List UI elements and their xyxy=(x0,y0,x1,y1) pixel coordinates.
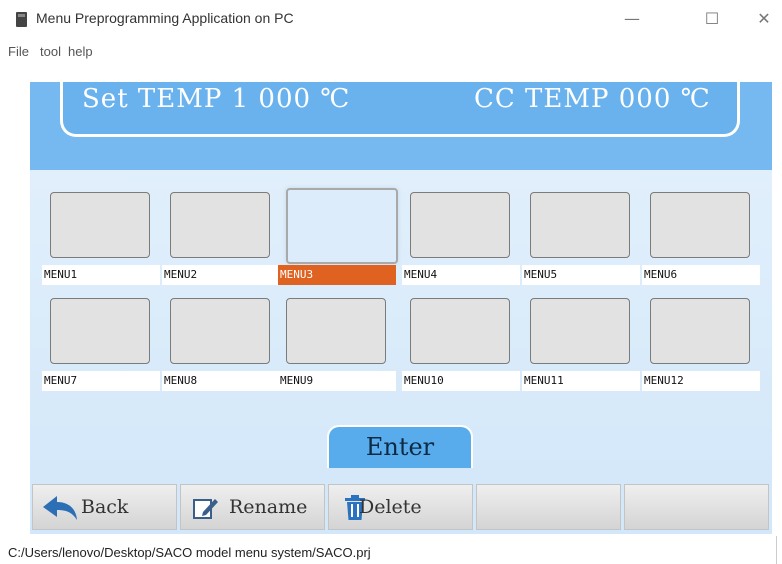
status-bar: C:/Users/lenovo/Desktop/SACO model menu … xyxy=(0,541,782,564)
menu-tile[interactable] xyxy=(410,192,510,258)
menu-label[interactable]: MENU10 xyxy=(402,371,520,391)
delete-label: Delete xyxy=(359,496,422,518)
edit-icon xyxy=(193,499,218,519)
window-edge xyxy=(776,536,777,564)
menu-tile[interactable] xyxy=(50,192,150,258)
menu-label[interactable]: MENU6 xyxy=(642,265,760,285)
title-bar: Menu Preprogramming Application on PC — … xyxy=(0,0,782,42)
menu-tile[interactable] xyxy=(650,192,750,258)
back-button[interactable]: Back xyxy=(32,484,177,530)
menu-tile[interactable] xyxy=(286,188,398,264)
rename-button[interactable]: Rename xyxy=(180,484,325,530)
back-arrow-icon xyxy=(43,496,77,520)
menu-help[interactable]: help xyxy=(68,44,93,59)
delete-button[interactable]: Delete xyxy=(328,484,473,530)
maximize-button[interactable]: ☐ xyxy=(697,8,727,30)
set-temp-display: Set TEMP 1 000 ℃ xyxy=(82,84,351,114)
back-label: Back xyxy=(81,496,129,518)
cc-temp-display: CC TEMP 000 ℃ xyxy=(474,84,711,114)
project-path: C:/Users/lenovo/Desktop/SACO model menu … xyxy=(8,545,371,560)
menu-tile[interactable] xyxy=(170,192,270,258)
menu-label[interactable]: MENU8 xyxy=(162,371,280,391)
menu-label[interactable]: MENU11 xyxy=(522,371,640,391)
menu-tool[interactable]: tool xyxy=(40,44,61,59)
menu-label[interactable]: MENU12 xyxy=(642,371,760,391)
app-icon xyxy=(16,12,27,27)
menu-tile[interactable] xyxy=(410,298,510,364)
temperature-panel: Set TEMP 1 000 ℃ CC TEMP 000 ℃ xyxy=(60,82,740,137)
menu-tile[interactable] xyxy=(530,192,630,258)
empty-toolbar-button-1[interactable] xyxy=(476,484,621,530)
menu-label[interactable]: MENU1 xyxy=(42,265,160,285)
menu-tile[interactable] xyxy=(286,298,386,364)
window-title: Menu Preprogramming Application on PC xyxy=(36,10,294,26)
minimize-button[interactable]: — xyxy=(617,8,647,30)
menu-file[interactable]: File xyxy=(8,44,29,59)
menu-label[interactable]: MENU3 xyxy=(278,265,396,285)
menu-label[interactable]: MENU4 xyxy=(402,265,520,285)
menu-label[interactable]: MENU9 xyxy=(278,371,396,391)
menu-tile[interactable] xyxy=(530,298,630,364)
menu-label[interactable]: MENU7 xyxy=(42,371,160,391)
main-panel: Set TEMP 1 000 ℃ CC TEMP 000 ℃ MENU1 MENU… xyxy=(30,82,772,534)
enter-button[interactable]: Enter xyxy=(327,425,473,468)
menu-label[interactable]: MENU5 xyxy=(522,265,640,285)
menu-label[interactable]: MENU2 xyxy=(162,265,280,285)
menu-tile[interactable] xyxy=(50,298,150,364)
menu-tile[interactable] xyxy=(650,298,750,364)
rename-label: Rename xyxy=(229,496,308,518)
empty-toolbar-button-2[interactable] xyxy=(624,484,769,530)
close-button[interactable]: ✕ xyxy=(749,8,779,30)
menu-tile[interactable] xyxy=(170,298,270,364)
